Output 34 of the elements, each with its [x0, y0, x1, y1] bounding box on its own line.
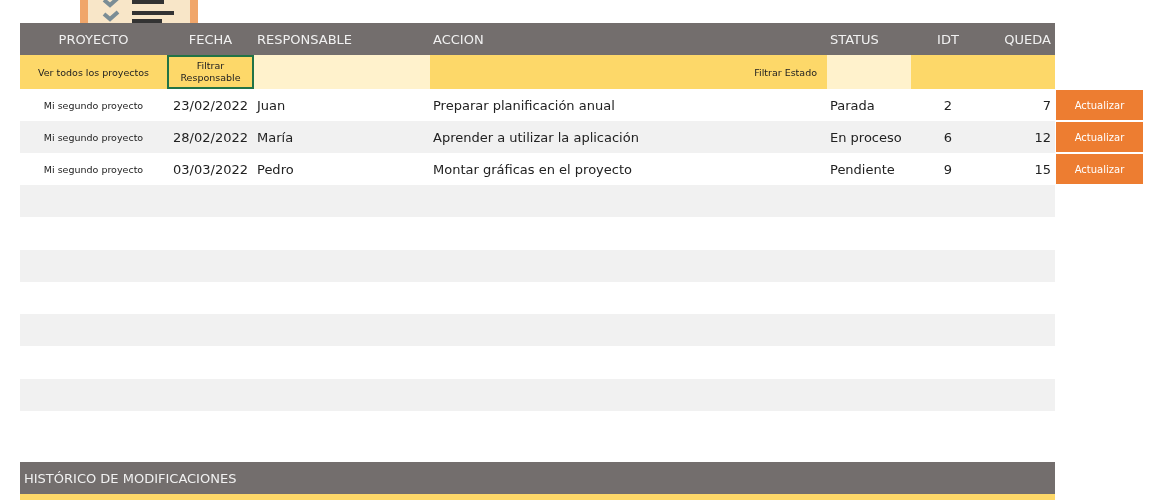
remaining-cell-text: 7 [1041, 96, 1052, 115]
project-cell-text: Mi segundo proyecto [42, 98, 145, 113]
idt-cell-text: 9 [942, 160, 954, 179]
date-cell: 28/02/2022 [167, 121, 254, 153]
project-cell-text: Mi segundo proyecto [42, 162, 145, 177]
filter-button[interactable]: Filtrar Estado [430, 55, 827, 89]
section-header: HISTÓRICO DE MODIFICACIONES [20, 462, 1055, 500]
action-cell: Aprender a utilizar la aplicación [430, 121, 827, 153]
date-cell-text: 03/03/2022 [172, 160, 249, 179]
action-cell-text: Preparar planificación anual [432, 96, 616, 115]
column-header: QUEDA [985, 23, 1055, 55]
column-header: STATUS [827, 23, 911, 55]
person-cell: María [254, 121, 430, 153]
column-header: IDT [911, 23, 985, 55]
column-header: ACCION [430, 23, 827, 55]
person-cell-text: Pedro [256, 160, 295, 179]
project-cell: Mi segundo proyecto [20, 121, 167, 153]
filter-cell [985, 55, 1055, 89]
column-header: FECHA [167, 23, 254, 55]
status-cell-text: Pendiente [829, 160, 896, 179]
checklist-icon [80, 0, 198, 23]
idt-cell: 6 [911, 121, 985, 153]
idt-cell-text: 2 [942, 96, 954, 115]
remaining-cell-text: 15 [1033, 160, 1052, 179]
action-cell-text: Montar gráficas en el proyecto [432, 160, 633, 179]
remaining-cell: 12 [985, 121, 1055, 153]
column-header: PROYECTO [20, 23, 167, 55]
filter-button[interactable]: Ver todos los proyectos [20, 55, 167, 89]
status-cell: En proceso [827, 121, 911, 153]
date-cell-text: 23/02/2022 [172, 96, 249, 115]
column-header: RESPONSABLE [254, 23, 430, 55]
filter-button[interactable]: Filtrar Responsable [167, 55, 254, 89]
person-cell-text: Juan [255, 96, 287, 115]
status-cell-text: Parada [829, 96, 876, 115]
